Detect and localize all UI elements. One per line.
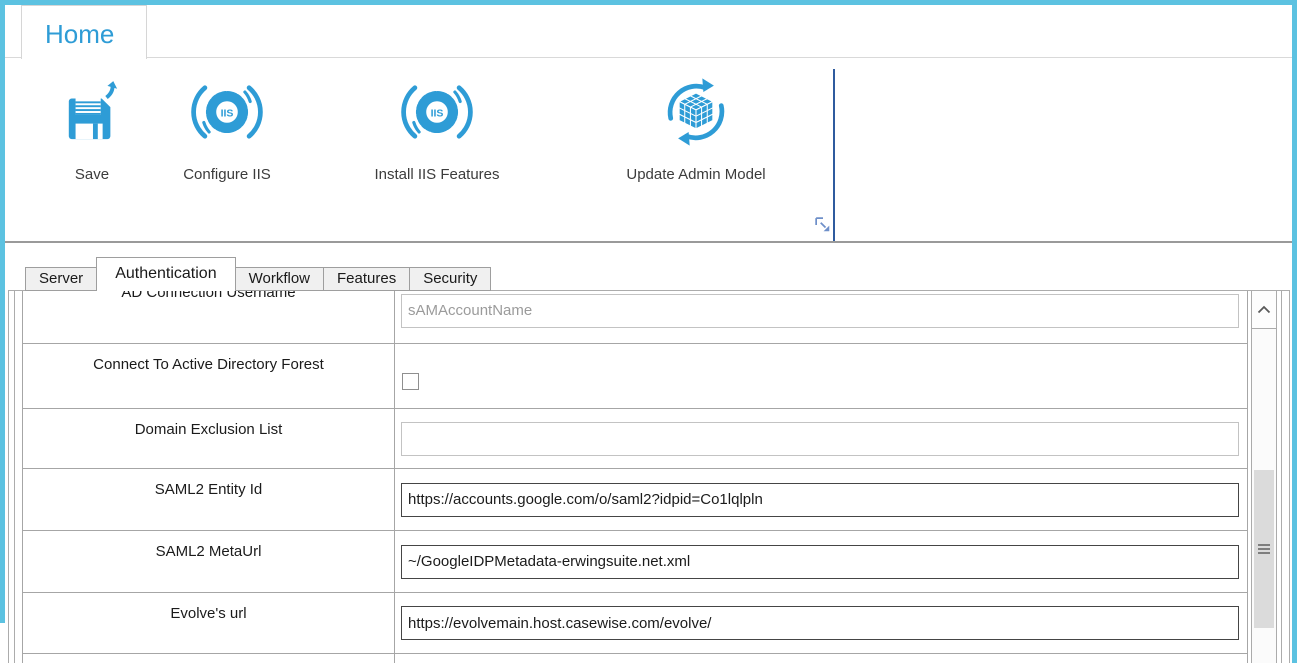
field-value-cell: ~/GoogleIDPMetadata-erwingsuite.net.xml — [394, 530, 1248, 593]
form-row: Evolve's url https://evolvemain.host.case… — [22, 592, 1248, 654]
field-value-cell: sAMAccountName — [394, 291, 1248, 344]
ad-connection-username-input[interactable]: sAMAccountName — [401, 293, 1239, 328]
cube-sync-icon — [656, 66, 736, 158]
form-row: SAML2 MetaUrl ~/GoogleIDPMetadata-erwings… — [22, 530, 1248, 593]
ribbon-button-label: Save — [74, 166, 110, 183]
field-value-cell — [394, 653, 1248, 663]
window-border-right — [1292, 0, 1297, 663]
ribbon-group-separator — [833, 69, 835, 241]
tab-server[interactable]: Server — [25, 267, 98, 291]
ribbon-button-configure-iis[interactable]: IIS Configure IIS — [152, 66, 302, 206]
grip-icon — [1258, 544, 1270, 546]
tab-features[interactable]: Features — [323, 267, 411, 291]
field-label: SAML2 Entity Id — [22, 468, 395, 531]
grip-icon — [1258, 552, 1270, 554]
form-row: AD Connection Username sAMAccountName — [22, 291, 1248, 344]
svg-text:IIS: IIS — [221, 108, 234, 120]
field-label: Evolve's url — [22, 592, 395, 654]
domain-exclusion-list-input[interactable] — [401, 421, 1239, 456]
tab-security[interactable]: Security — [409, 267, 492, 291]
tab-page-panel: AD Connection Username sAMAccountName Conn… — [8, 290, 1290, 663]
form-row: Connect To Active Directory Forest — [22, 343, 1248, 409]
saml2-metaurl-input[interactable]: ~/GoogleIDPMetadata-erwingsuite.net.xml — [401, 544, 1239, 579]
form-scroll-area: AD Connection Username sAMAccountName Conn… — [14, 290, 1282, 663]
field-label: AD Connection Username — [22, 291, 395, 344]
field-label: Domain Exclusion List — [22, 408, 395, 469]
form-row: SAML2 Entity Id https://accounts.google.c… — [22, 468, 1248, 531]
ribbon-button-update-admin-model[interactable]: Update Admin Model — [596, 66, 796, 206]
ribbon-button-label: Configure IIS — [183, 166, 271, 183]
ribbon-button-save[interactable]: Save — [42, 66, 142, 206]
scrollbar-thumb[interactable] — [1254, 470, 1274, 628]
grip-icon — [1258, 548, 1270, 550]
connect-to-active-directory-forest-checkbox[interactable] — [402, 372, 419, 390]
vertical-scrollbar[interactable] — [1251, 291, 1277, 663]
ribbon-toolbar: Save IIS Configure IIS IIS Install IIS F… — [5, 57, 1292, 243]
ribbon-tab-home[interactable]: Home — [21, 5, 147, 59]
field-value-cell — [394, 343, 1248, 409]
evolve-s-url-input[interactable]: https://evolvemain.host.casewise.com/evo… — [401, 606, 1239, 640]
scroll-up-button[interactable] — [1252, 291, 1276, 329]
ribbon-button-label: Install IIS Features — [374, 166, 500, 183]
field-value-cell: https://accounts.google.com/o/saml2?idpi… — [394, 468, 1248, 531]
svg-text:IIS: IIS — [431, 108, 444, 120]
iis-gear-icon: IIS — [187, 66, 267, 158]
tab-authentication[interactable]: Authentication — [96, 257, 236, 291]
iis-gear-icon: IIS — [397, 66, 477, 158]
ribbon-button-label: Update Admin Model — [626, 166, 766, 183]
form-rows: AD Connection Username sAMAccountName Conn… — [22, 291, 1248, 663]
window-border-top — [0, 0, 1297, 5]
dialog-launcher-icon[interactable] — [815, 217, 831, 233]
form-row: Domain Exclusion List — [22, 408, 1248, 469]
field-value-cell: https://evolvemain.host.casewise.com/evo… — [394, 592, 1248, 654]
scroll-up-icon — [1257, 301, 1271, 319]
app-window: Home Save IIS Configure IIS IIS Install — [0, 0, 1297, 663]
field-value-cell — [394, 408, 1248, 469]
form-row — [22, 653, 1248, 663]
field-label: Connect To Active Directory Forest — [22, 343, 395, 409]
saml2-entity-id-input[interactable]: https://accounts.google.com/o/saml2?idpi… — [401, 482, 1239, 517]
field-label: SAML2 MetaUrl — [22, 530, 395, 593]
tab-workflow[interactable]: Workflow — [234, 267, 324, 291]
save-icon — [63, 66, 121, 158]
ribbon-button-install-iis-features[interactable]: IIS Install IIS Features — [342, 66, 532, 206]
tab-strip: Server Authentication Workflow Features Secu… — [25, 257, 492, 291]
field-label — [22, 653, 395, 663]
